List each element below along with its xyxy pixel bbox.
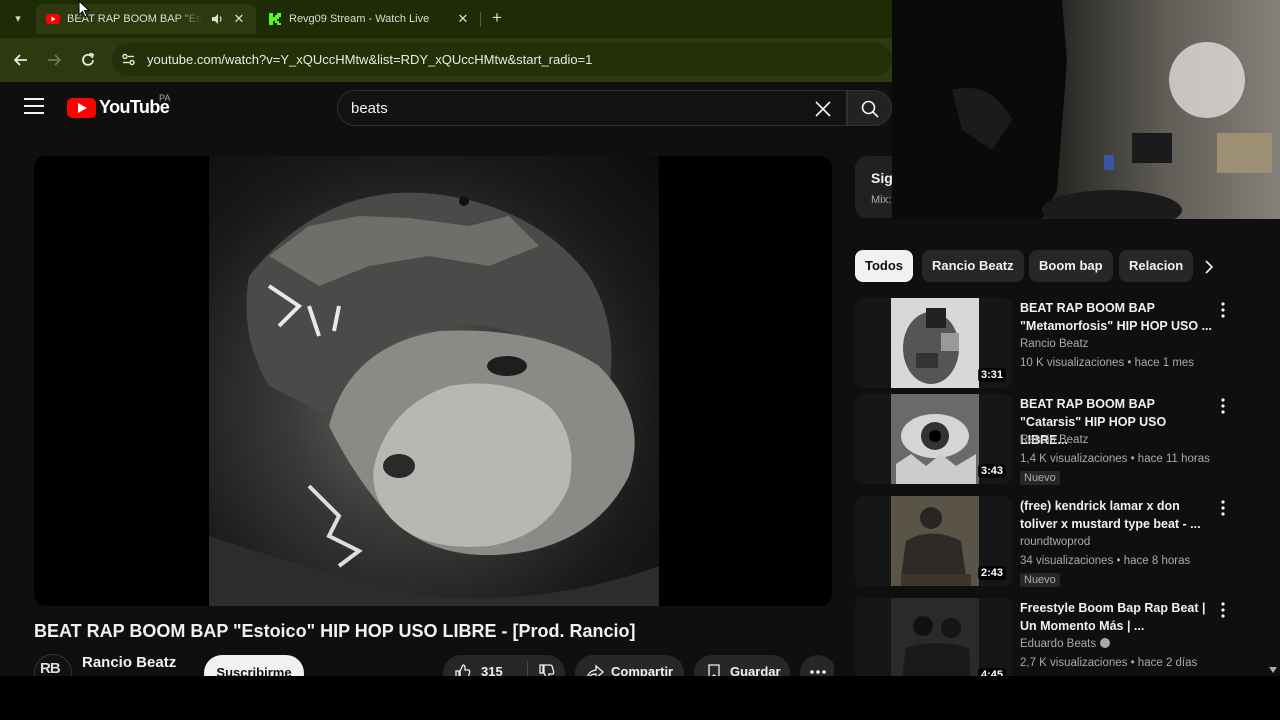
recommendation-item[interactable]: 3:31 BEAT RAP BOOM BAP "Metamorfosis" HI… xyxy=(855,298,1235,390)
kebab-menu-icon[interactable] xyxy=(1219,602,1227,618)
more-horizontal-icon xyxy=(810,670,826,674)
thumbs-down-icon[interactable] xyxy=(537,662,557,676)
video-artwork xyxy=(209,156,659,606)
chip-todos[interactable]: Todos xyxy=(855,250,914,282)
kebab-menu-icon[interactable] xyxy=(1219,500,1227,516)
reload-icon[interactable] xyxy=(79,51,97,69)
bookmark-icon xyxy=(708,664,720,676)
thumbnail-image xyxy=(891,298,979,388)
close-tab-icon[interactable]: ✕ xyxy=(232,12,246,26)
rec-channel[interactable]: Rancio Beatz xyxy=(1020,338,1088,350)
kebab-menu-icon[interactable] xyxy=(1219,302,1227,318)
channel-avatar[interactable]: RB xyxy=(34,654,72,676)
url-text: youtube.com/watch?v=Y_xQUccHMtw&list=RDY… xyxy=(147,52,593,67)
rec-meta: 2,7 K visualizaciones • hace 2 días xyxy=(1020,657,1198,669)
filter-chips: Todos Rancio Beatz Boom bap Relacion xyxy=(855,250,1225,282)
recommendation-item[interactable]: 3:43 BEAT RAP BOOM BAP "Catarsis" HIP HO… xyxy=(855,394,1235,486)
like-dislike-group: 315 xyxy=(443,655,565,676)
speaker-icon[interactable] xyxy=(210,12,224,26)
tab-youtube[interactable]: BEAT RAP BOOM BAP "Estoico" HIP HOP USO … xyxy=(36,4,256,34)
kebab-menu-icon[interactable] xyxy=(1219,398,1227,414)
rec-channel-name: Eduardo Beats xyxy=(1020,638,1097,650)
chip-boom-bap[interactable]: Boom bap xyxy=(1029,250,1113,282)
mouse-cursor-icon xyxy=(78,0,90,18)
search-button[interactable] xyxy=(847,90,892,126)
rec-title[interactable]: Freestyle Boom Bap Rap Beat | Un Momento… xyxy=(1020,599,1212,635)
rec-title[interactable]: BEAT RAP BOOM BAP "Metamorfosis" HIP HOP… xyxy=(1020,299,1212,335)
rec-meta: 34 visualizaciones • hace 8 horas xyxy=(1020,555,1191,567)
rec-channel[interactable]: Eduardo Beats xyxy=(1020,638,1111,650)
like-count[interactable]: 315 xyxy=(481,664,503,676)
back-icon[interactable] xyxy=(12,51,30,69)
scroll-down-arrow[interactable] xyxy=(1269,667,1277,673)
menu-icon[interactable] xyxy=(24,98,44,116)
save-button[interactable]: Guardar xyxy=(694,655,790,676)
channel-name[interactable]: Rancio Beatz xyxy=(82,654,176,671)
forward-icon[interactable] xyxy=(45,51,63,69)
thumbs-up-icon[interactable] xyxy=(453,662,473,676)
verified-icon xyxy=(1100,638,1111,648)
close-tab-icon[interactable]: ✕ xyxy=(456,12,470,26)
chevron-right-icon[interactable] xyxy=(1200,258,1218,276)
search-input[interactable]: beats xyxy=(337,90,847,126)
duration-badge: 3:43 xyxy=(977,464,1006,478)
chip-rancio-beatz[interactable]: Rancio Beatz xyxy=(922,250,1024,282)
clear-search-icon[interactable] xyxy=(813,99,833,119)
video-thumbnail[interactable]: 2:43 xyxy=(855,496,1012,586)
duration-badge: 2:43 xyxy=(977,566,1006,580)
playlist-title: Sig xyxy=(871,170,893,186)
tab-divider xyxy=(480,12,481,27)
webcam-overlay xyxy=(892,0,1280,219)
thumbnail-image xyxy=(891,496,979,586)
site-settings-icon[interactable] xyxy=(121,52,136,67)
more-actions-button[interactable] xyxy=(800,655,834,676)
tab-kick[interactable]: Revg09 Stream - Watch Live on Kick ✕ xyxy=(258,4,480,34)
search-query: beats xyxy=(351,100,388,117)
tab-title: Revg09 Stream - Watch Live on Kick xyxy=(289,13,429,25)
rec-meta: 1,4 K visualizaciones • hace 11 horas xyxy=(1020,453,1210,465)
kick-icon xyxy=(269,13,281,25)
recommendation-item[interactable]: 2:43 (free) kendrick lamar x don toliver… xyxy=(855,496,1235,588)
youtube-play-icon xyxy=(67,98,96,118)
save-label: Guardar xyxy=(730,664,781,676)
rec-channel[interactable]: roundtwoprod xyxy=(1020,536,1090,548)
chip-relacionados[interactable]: Relacion xyxy=(1119,250,1194,282)
video-thumbnail[interactable]: 3:43 xyxy=(855,394,1012,484)
new-badge: Nuevo xyxy=(1020,573,1060,587)
rec-meta: 10 K visualizaciones • hace 1 mes xyxy=(1020,357,1195,369)
video-title: BEAT RAP BOOM BAP "Estoico" HIP HOP USO … xyxy=(34,621,636,641)
thumbnail-image xyxy=(891,394,979,484)
playlist-subtitle: Mix: xyxy=(871,194,892,206)
owner-row: RB Rancio Beatz Suscribirme 315 Comparti… xyxy=(34,654,834,676)
duration-badge: 3:31 xyxy=(977,368,1006,382)
share-label: Compartir xyxy=(611,664,674,676)
tab-search-button[interactable]: ▾ xyxy=(8,9,28,29)
rec-title[interactable]: (free) kendrick lamar x don toliver x mu… xyxy=(1020,497,1212,533)
subscribe-button[interactable]: Suscribirme xyxy=(204,655,304,676)
rec-channel[interactable]: Rancio Beatz xyxy=(1020,434,1088,446)
video-thumbnail[interactable]: 3:31 xyxy=(855,298,1012,388)
avatar-initials: RB xyxy=(40,660,61,676)
video-thumbnail[interactable]: 4:45 xyxy=(855,598,1012,688)
thumbnail-image xyxy=(891,598,979,688)
search-icon xyxy=(861,100,879,118)
new-tab-button[interactable]: + xyxy=(488,9,506,27)
video-player[interactable] xyxy=(34,156,832,606)
like-divider xyxy=(527,661,528,676)
share-button[interactable]: Compartir xyxy=(575,655,684,676)
screen-bottom-bar xyxy=(0,676,1280,720)
youtube-icon xyxy=(46,14,60,24)
share-icon xyxy=(587,664,604,676)
address-bar[interactable]: youtube.com/watch?v=Y_xQUccHMtw&list=RDY… xyxy=(112,43,892,76)
new-badge: Nuevo xyxy=(1020,471,1060,485)
region-code: PA xyxy=(159,93,171,103)
